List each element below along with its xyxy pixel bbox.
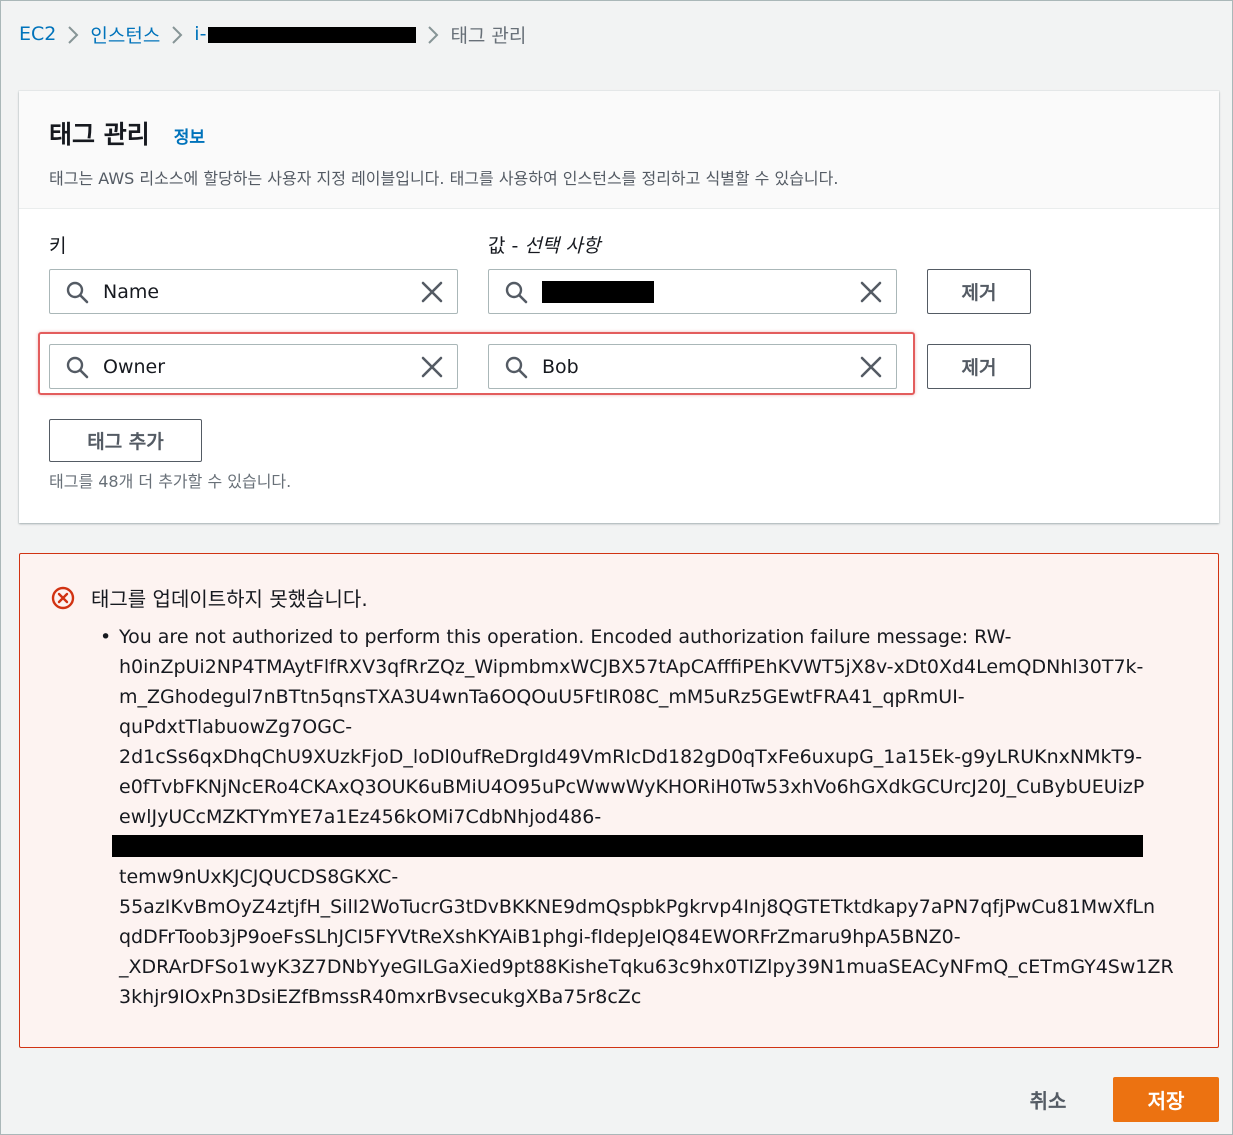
alert-message-line: You are not authorized to perform this o…: [119, 626, 1012, 648]
cancel-button[interactable]: 취소: [1019, 1081, 1077, 1117]
search-icon: [505, 281, 528, 303]
value-label-text: 값 -: [488, 235, 525, 257]
error-icon: [51, 586, 75, 610]
remove-tag-button[interactable]: 제거: [927, 344, 1031, 389]
chevron-right-icon: [56, 23, 90, 45]
redacted-tag-value: [542, 280, 654, 303]
alert-message-line: e0fTvbFKNjNcERo4CKAxQ3OUK6uBMiU4O95uPcWw…: [119, 776, 1145, 798]
info-link[interactable]: 정보: [174, 123, 205, 148]
alert-message-line: h0inZpUi2NP4TMAytFlfRXV3qfRrZQz_WipmbmxW…: [119, 656, 1144, 678]
bullet-icon: •: [100, 626, 112, 648]
alert-message-line: 2d1cSs6qxDhqChU9XUzkFjoD_loDl0ufReDrgId4…: [119, 746, 1143, 768]
add-tag-button[interactable]: 태그 추가: [49, 419, 202, 462]
panel-description: 태그는 AWS 리소스에 할당하는 사용자 지정 레이블입니다. 태그를 사용하…: [49, 169, 839, 188]
error-alert: 태그를 업데이트하지 못했습니다. • You are not authoriz…: [19, 553, 1219, 1048]
panel-header: 태그 관리 정보 태그는 AWS 리소스에 할당하는 사용자 지정 레이블입니다…: [19, 91, 1219, 209]
alert-title: 태그를 업데이트하지 못했습니다.: [91, 587, 368, 611]
alert-message: You are not authorized to perform this o…: [119, 622, 1194, 1012]
chevron-right-icon: [416, 23, 450, 45]
alert-message-line: _XDRArDFSo1wyK3Z7DNbYyeGILGaXied9pt88Kis…: [119, 956, 1174, 978]
chevron-right-icon: [160, 23, 194, 45]
redacted-message-line: [112, 835, 1143, 857]
tag-key-input[interactable]: Name: [49, 269, 458, 314]
instance-id-prefix: i-: [194, 23, 207, 45]
alert-message-line: 55azIKvBmOyZ4ztjfH_SilI2WoTucrG3tDvBKKNE…: [119, 896, 1156, 918]
clear-icon[interactable]: [858, 279, 884, 305]
page-title-text: 태그 관리: [49, 120, 150, 149]
alert-message-line: 3khjr9IOxPn3DsiEZfBmssR40mxrBvsecukgXBa7…: [119, 986, 642, 1008]
breadcrumb-current: 태그 관리: [450, 24, 527, 47]
alert-message-line: quPdxtTlabuowZg7OGC-: [119, 716, 353, 738]
value-column-label: 값 - 선택 사항: [488, 231, 600, 258]
alert-message-line: m_ZGhodegul7nBTtn5qnsTXA3U4wnTa6OQOuU5Ft…: [119, 686, 965, 708]
breadcrumb-instance-link[interactable]: i-: [194, 23, 417, 45]
clear-icon[interactable]: [419, 279, 445, 305]
redacted-instance-id: [208, 26, 417, 43]
alert-message-line: qdDFrToob3jP9oeFsSLhJCI5FYVtReXshKYAiB1p…: [119, 926, 961, 948]
page-title: 태그 관리 정보: [49, 115, 1189, 151]
breadcrumb-ec2-link[interactable]: EC2: [19, 23, 56, 45]
breadcrumb-instances-link[interactable]: 인스턴스: [90, 21, 160, 48]
alert-message-line: temw9nUxKJCJQUCDS8GKXC-: [119, 866, 399, 888]
save-button[interactable]: 저장: [1113, 1077, 1219, 1122]
tag-key-value: Name: [103, 280, 160, 303]
tag-value-value: [542, 280, 858, 303]
tag-value-input[interactable]: [488, 269, 897, 314]
breadcrumb: EC2 인스턴스 i- 태그 관리: [19, 19, 526, 49]
alert-message-line: ewlJyUCcMZKTYmYE7a1Ez456kOMi7CdbNhjod486…: [119, 806, 602, 828]
remove-tag-button[interactable]: 제거: [927, 269, 1031, 314]
highlight-annotation: [38, 332, 915, 395]
add-tag-hint: 태그를 48개 더 추가할 수 있습니다.: [49, 472, 292, 491]
search-icon: [66, 281, 89, 303]
key-column-label: 키: [49, 235, 67, 257]
value-label-optional: 선택 사항: [524, 235, 601, 257]
manage-tags-panel: 태그 관리 정보 태그는 AWS 리소스에 할당하는 사용자 지정 레이블입니다…: [19, 91, 1219, 523]
